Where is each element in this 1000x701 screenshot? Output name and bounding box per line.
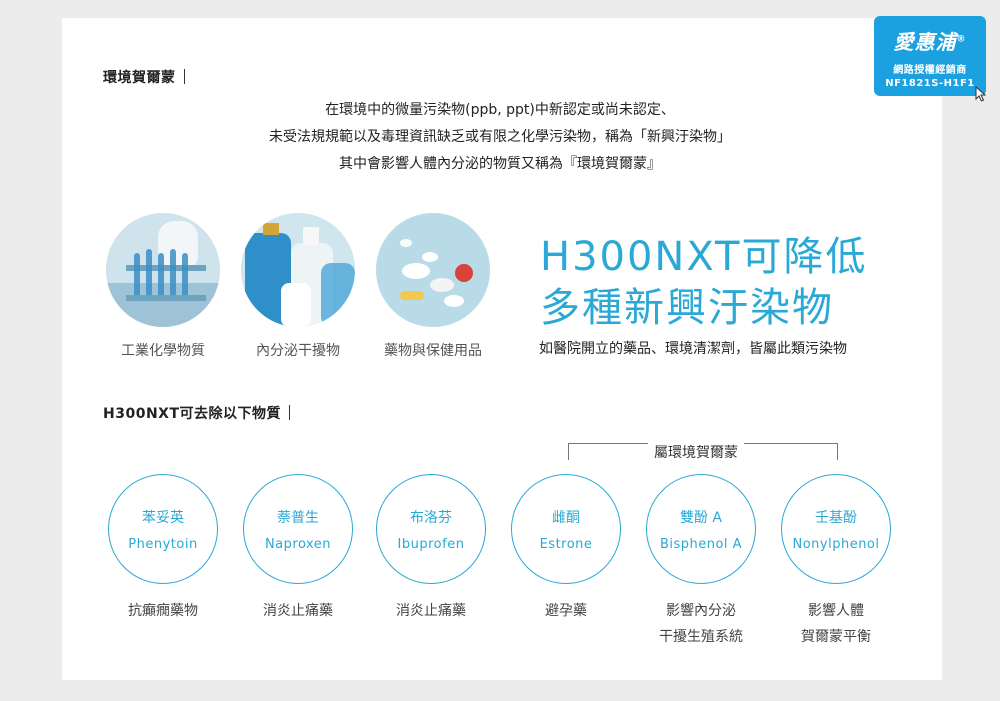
substance-circle: 雌酮 Estrone [511,474,621,584]
endocrine-group-label: 屬環境賀爾蒙 [648,442,744,462]
substance-circle: 壬基酚 Nonylphenol [781,474,891,584]
substance-use-line: 消炎止痛藥 [396,603,466,619]
intro-paragraph: 在環境中的微量污染物(ppb, ppt)中新認定或尚未認定、 未受法規規範以及毒… [0,97,1000,178]
substance-chinese-name: 布洛芬 [410,509,452,526]
authorized-dealer-badge[interactable]: 愛惠浦® 網路授權經銷商 NF1821S-H1F1 [874,16,986,96]
category-label: 藥物與保健用品 [384,343,482,359]
substance-circle: 布洛芬 Ibuprofen [376,474,486,584]
substance-english-name: Bisphenol A [659,536,743,552]
substance-english-name: Phenytoin [128,536,198,552]
substance-chinese-name: 雌酮 [552,509,580,526]
registered-mark: ® [956,34,967,45]
substance-use: 影響人體 賀爾蒙平衡 [771,598,901,650]
substance-use-line: 消炎止痛藥 [263,603,333,619]
substance-english-name: Ibuprofen [397,536,465,552]
badge-dealer-text: 網路授權經銷商 [893,65,967,76]
pills-image [376,213,490,327]
headline-subtext: 如醫院開立的藥品、環境清潔劑，皆屬此類污染物 [539,341,847,357]
plastic-bottles-image [241,213,355,327]
category-label: 工業化學物質 [121,343,205,359]
substance-chinese-name: 壬基酚 [815,509,857,526]
headline-line-1: H300NXT可降低 [540,234,868,280]
lab-tubes-image [106,213,220,327]
substance-use: 影響內分泌 干擾生殖系統 [636,598,766,650]
section-heading-text: H300NXT可去除以下物質 [103,406,282,422]
intro-line: 其中會影響人體內分泌的物質又稱為『環境賀爾蒙』 [339,156,661,172]
substance-use-line: 影響人體 [808,603,864,619]
substance-chinese-name: 苯妥英 [142,509,184,526]
heading-divider [289,405,291,420]
intro-line: 未受法規規範以及毒理資訊缺乏或有限之化學污染物，稱為「新興汙染物」 [269,129,731,145]
substance-use-line: 干擾生殖系統 [659,629,743,645]
section-heading-text: 環境賀爾蒙 [103,70,176,86]
substance-english-name: Naproxen [264,536,332,552]
substance-english-name: Nonylphenol [792,536,880,552]
substance-use: 消炎止痛藥 [366,598,496,624]
substance-english-name: Estrone [539,536,593,552]
section-heading-endocrine: 環境賀爾蒙 [103,67,185,87]
substance-use-line: 影響內分泌 [666,603,736,619]
mouse-pointer-icon [975,86,987,102]
section-heading-removable: H300NXT可去除以下物質 [103,403,291,423]
headline-line-2: 多種新興汙染物 [540,285,834,331]
substance-chinese-name: 萘普生 [277,509,319,526]
substance-chinese-name: 雙酚 A [679,509,723,526]
substance-use: 抗癲癇藥物 [98,598,228,624]
badge-model-text: NF1821S-H1F1 [885,78,975,89]
category-label: 內分泌干擾物 [256,343,340,359]
substance-use: 避孕藥 [501,598,631,624]
substance-circle: 苯妥英 Phenytoin [108,474,218,584]
brand-logo: 愛惠浦® [874,26,986,55]
substance-use-line: 賀爾蒙平衡 [801,629,871,645]
substance-circle: 雙酚 A Bisphenol A [646,474,756,584]
brand-logo-text: 愛惠浦 [893,30,957,54]
substance-use-line: 避孕藥 [545,603,587,619]
substance-use: 消炎止痛藥 [233,598,363,624]
substance-use-line: 抗癲癇藥物 [128,603,198,619]
substance-circle: 萘普生 Naproxen [243,474,353,584]
intro-line: 在環境中的微量污染物(ppb, ppt)中新認定或尚未認定、 [325,102,675,118]
heading-divider [183,69,185,84]
